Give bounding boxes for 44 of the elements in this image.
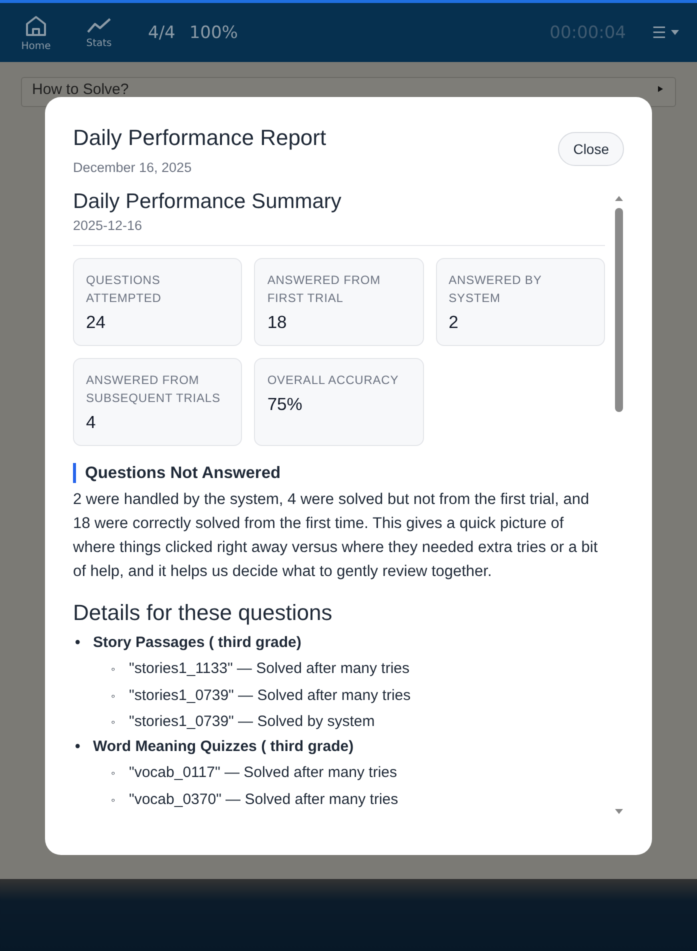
summary-paragraph: 2 were handled by the system, 4 were solved but not from the first trial, and 18 were correctly solved from the first time. This gives a quick picture of where things clicked right away versus where they needed extra tries or a bit of help, and it helps us decide what to gently review together.	[73, 490, 599, 582]
summary-title: Daily Performance Summary	[73, 190, 342, 214]
stat-label: QUESTIONS ATTEMPTED	[86, 272, 162, 307]
stat-label: ANSWERED BY SYSTEM	[448, 272, 543, 307]
question-result: "stories1_0739" — Solved after many tries	[129, 686, 411, 706]
section-heading: Questions Not Answered	[73, 463, 605, 483]
stat-label: ANSWERED FROM FIRST TRIAL	[267, 272, 382, 307]
question-result: "stories1_0739" — Solved by system	[129, 712, 375, 732]
trend-icon	[87, 16, 111, 34]
bullet: ◦	[110, 688, 116, 705]
nav-button[interactable]: Stats	[85, 16, 113, 48]
caret-icon	[671, 30, 679, 35]
summary-date: 2025-12-16	[73, 218, 605, 246]
question-result: "vocab_0370" — Solved after many tries	[129, 790, 398, 810]
stat-value: 4	[86, 412, 97, 433]
timer: 00:00:04	[550, 22, 626, 42]
stat-value: 75%	[267, 394, 304, 415]
stat-value: 18	[267, 312, 288, 333]
bullet: ◦	[110, 792, 116, 809]
bullet: •	[74, 737, 82, 758]
details-heading: Details for these questions	[73, 600, 334, 626]
scroll-down-icon[interactable]	[615, 809, 623, 814]
bullet: •	[74, 633, 82, 653]
menu-button[interactable]: ☰	[652, 22, 679, 42]
stat-value: 2	[448, 312, 460, 333]
report-date: December 16, 2025	[73, 160, 193, 175]
question-result: "stories1_1133" — Solved after many tries	[129, 659, 410, 679]
category-name: Word Meaning Quizzes ( third grade)	[93, 737, 354, 758]
scroll-up-icon[interactable]	[615, 196, 623, 201]
stat-label: ANSWERED FROM SUBSEQUENT TRIALS	[86, 372, 222, 407]
stat-value: 24	[86, 312, 106, 333]
progress-count: 4/4	[148, 22, 176, 42]
home-icon	[24, 14, 48, 38]
question-result: "vocab_0117" — Solved after many tries	[129, 763, 398, 784]
nav-button[interactable]: Home	[22, 14, 50, 52]
bullet: ◦	[110, 714, 116, 732]
bullet: ◦	[110, 661, 116, 678]
score-percent: 100%	[189, 22, 238, 42]
bullet: ◦	[110, 765, 116, 782]
caret-icon	[658, 86, 663, 92]
modal-title: Daily Performance Report	[73, 125, 326, 151]
category-name: Story Passages ( third grade)	[93, 633, 302, 653]
close-button[interactable]: Close	[558, 132, 624, 166]
stat-label: OVERALL ACCURACY	[267, 372, 400, 389]
